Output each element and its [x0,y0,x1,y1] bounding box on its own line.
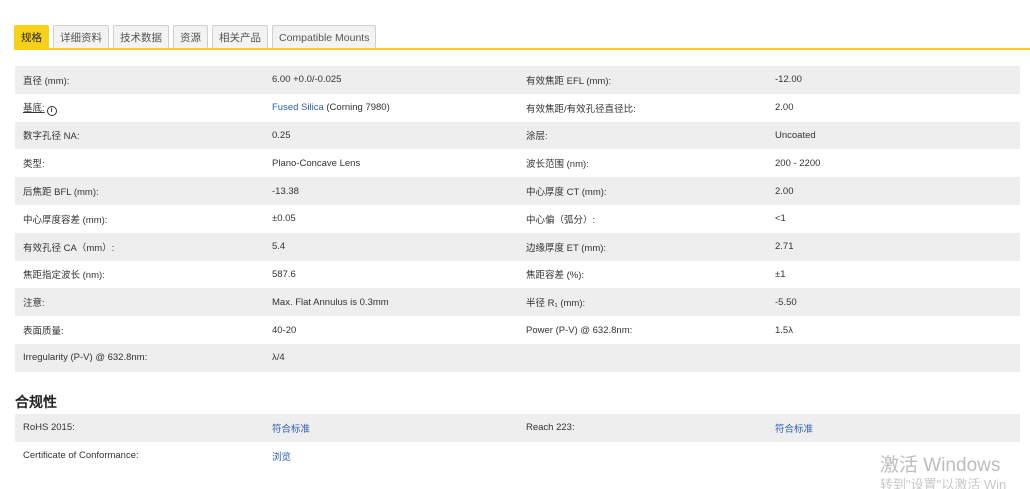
spec-value: 2.00 [775,102,794,114]
tab-specs[interactable]: 规格 [14,25,49,49]
spec-label: 表面质量: [23,326,64,338]
spec-value: 200 - 2200 [775,157,821,169]
fused-silica-link[interactable]: Fused Silica [272,102,324,113]
spec-value: 1.5λ [775,324,793,336]
spec-value: λ/4 [272,352,285,364]
tab-compatible-mounts[interactable]: Compatible Mounts [272,25,377,49]
substrate-label[interactable]: 基底: [23,103,45,114]
spec-value: ±1 [775,268,786,280]
tab-underline [14,48,1030,50]
spec-label: Irregularity (P-V) @ 632.8nm: [23,352,148,364]
spec-label: 有效焦距/有效孔径直径比: [526,103,636,115]
table-row: 后焦距 BFL (mm): -13.38 中心厚度 CT (mm): 2.00 [15,177,1020,205]
spec-label: 注意: [23,298,45,310]
spec-value: 5.4 [272,241,286,253]
spec-label: Power (P-V) @ 632.8nm: [526,324,633,336]
compliance-title: 合规性 [15,394,57,410]
table-row: 基底: i Fused Silica (Corning 7980) 有效焦距/有效… [15,94,1020,122]
spec-value: 2.00 [775,185,794,197]
table-row: 焦距指定波长 (nm): 587.6 焦距容差 (%): ±1 [15,261,1020,289]
table-row: Irregularity (P-V) @ 632.8nm: λ/4 [15,343,1020,372]
spec-label: Reach 223: [526,422,575,434]
spec-value: 6.00 +0.0/-0.025 [272,74,342,86]
spec-label: 中心厚度 CT (mm): [526,187,607,199]
windows-activation-watermark: 激活 Windows [880,455,1001,476]
tab-details[interactable]: 详细资料 [53,25,109,49]
reach-compliant-link[interactable]: 符合标准 [775,421,1020,435]
spec-value-rest: (Corning 7980) [323,102,390,114]
spec-value: -13.38 [272,185,299,197]
spec-label: 半径 R₁ (mm): [526,298,586,310]
tab-resources[interactable]: 资源 [173,25,208,49]
table-row: 直径 (mm): 6.00 +0.0/-0.025 有效焦距 EFL (mm):… [15,66,1020,94]
spec-label: 焦距容差 (%): [526,270,585,282]
tab-technical-data[interactable]: 技术数据 [113,25,169,49]
table-row: 有效孔径 CA（mm）: 5.4 边缘厚度 ET (mm): 2.71 [15,232,1020,261]
spec-label: 有效焦距 EFL (mm): [526,75,612,87]
spec-table: 直径 (mm): 6.00 +0.0/-0.025 有效焦距 EFL (mm):… [15,66,1020,372]
compliance-table: RoHS 2015: 符合标准 Reach 223: 符合标准 Certific… [15,414,1020,470]
spec-label: 基底: i [15,100,272,116]
table-row: 注意: Max. Flat Annulus is 0.3mm 半径 R₁ (mm… [15,288,1020,317]
spec-label: 类型: [23,159,45,171]
spec-value: 0.25 [272,129,291,141]
windows-activation-hint: 转到"设置"以激活 Win [880,477,1007,489]
spec-label: RoHS 2015: [23,422,75,434]
spec-label: 边缘厚度 ET (mm): [526,242,607,254]
spec-label: 后焦距 BFL (mm): [23,187,99,199]
spec-value: 40-20 [272,324,297,336]
table-row: Certificate of Conformance: 浏览 [15,442,1020,470]
spec-label: Certificate of Conformance: [23,450,139,462]
spec-value: -5.50 [775,296,797,308]
spec-value: Uncoated [775,129,816,141]
spec-label: 中心偏（弧分）: [526,214,596,226]
spec-label: 焦距指定波长 (nm): [23,270,105,282]
tab-bar: 规格 详细资料 技术数据 资源 相关产品 Compatible Mounts [14,25,377,49]
spec-label: 涂层: [526,131,548,143]
tab-related-products[interactable]: 相关产品 [212,25,268,49]
spec-label: 直径 (mm): [23,75,70,87]
table-row: 类型: Plano-Concave Lens 波长范围 (nm): 200 - … [15,149,1020,177]
spec-value: Max. Flat Annulus is 0.3mm [272,296,389,308]
spec-label: 数字孔径 NA: [23,131,80,143]
spec-label: 有效孔径 CA（mm）: [23,242,115,254]
spec-value: <1 [775,213,786,225]
table-row: 数字孔径 NA: 0.25 涂层: Uncoated [15,121,1020,150]
table-row: 中心厚度容差 (mm): ±0.05 中心偏（弧分）: <1 [15,205,1020,233]
spec-value: 2.71 [775,241,794,253]
table-row: 表面质量: 40-20 Power (P-V) @ 632.8nm: 1.5λ [15,316,1020,344]
spec-label: 中心厚度容差 (mm): [23,214,108,226]
table-row: RoHS 2015: 符合标准 Reach 223: 符合标准 [15,414,1020,442]
spec-value: 587.6 [272,268,296,280]
spec-label: 波长范围 (nm): [526,159,589,171]
info-icon[interactable]: i [46,105,57,116]
spec-value: -12.00 [775,74,802,86]
spec-value: Plano-Concave Lens [272,157,361,169]
certificate-view-link[interactable]: 浏览 [272,449,526,463]
rohs-compliant-link[interactable]: 符合标准 [272,421,526,435]
spec-value: Fused Silica (Corning 7980) [272,102,526,113]
spec-value: ±0.05 [272,213,296,225]
